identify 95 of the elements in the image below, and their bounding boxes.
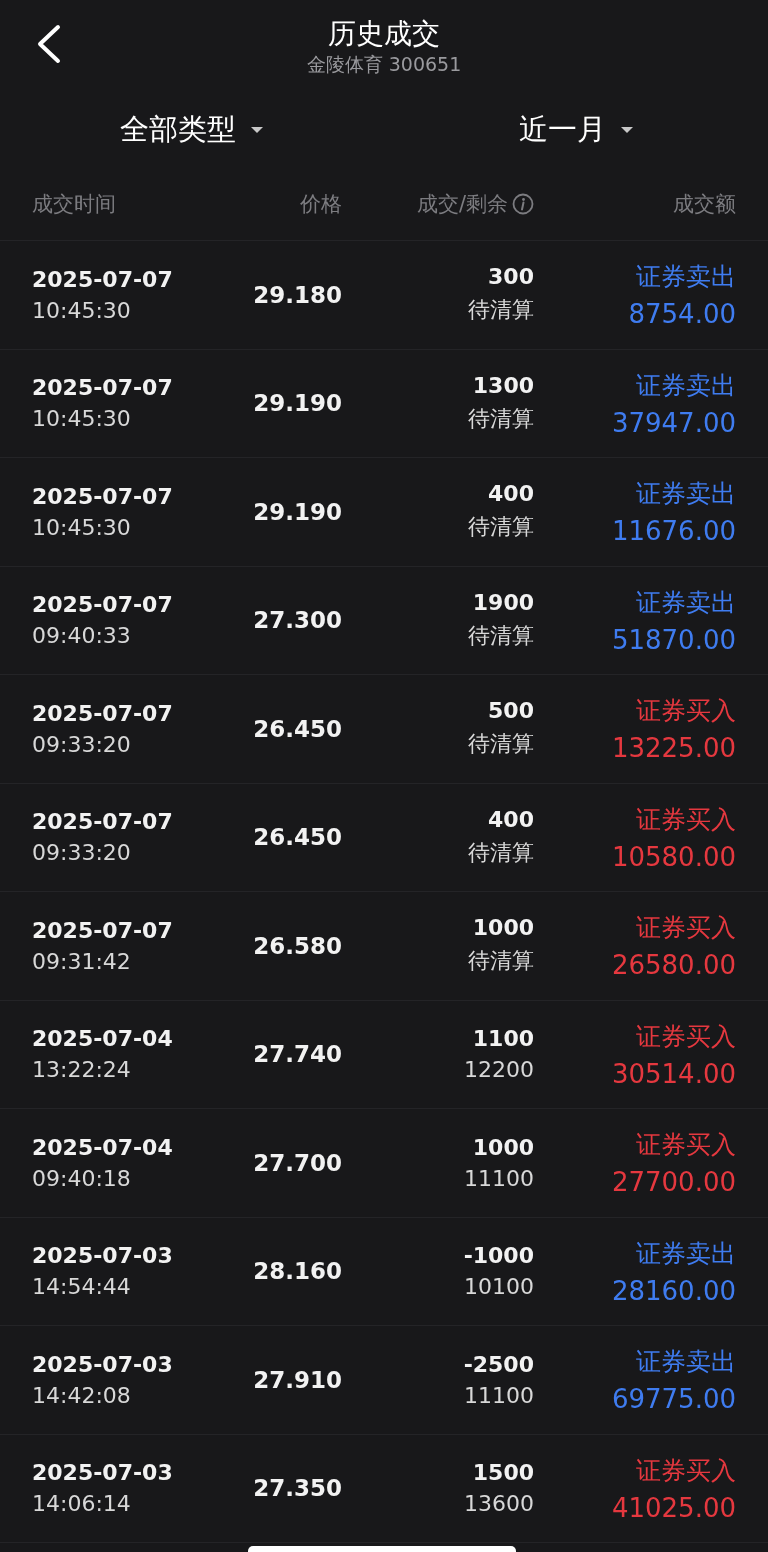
trade-date: 2025-07-07 [32,266,174,292]
trade-price: 27.700 [253,1149,342,1176]
remaining-quantity: 待清算 [468,621,534,650]
trade-price: 27.350 [253,1475,342,1502]
remaining-quantity: 待清算 [468,947,534,976]
filled-quantity: 400 [488,806,534,832]
trade-amount: 10580.00 [611,841,736,872]
trade-date: 2025-07-03 [32,1460,174,1486]
trade-type: 证券买入 [636,1129,736,1162]
filled-quantity: 400 [488,481,534,507]
trade-type: 证券卖出 [636,261,736,294]
trade-time: 09:33:20 [32,840,132,866]
caret-icon [619,126,634,134]
trade-price: 26.450 [253,824,342,851]
trade-price: 27.910 [253,1366,342,1393]
filled-quantity: 1100 [472,1026,534,1052]
remaining-quantity: 待清算 [468,838,534,867]
trade-type: 证券买入 [636,912,736,945]
column-header: 成交时间 [32,191,116,218]
trade-price: 29.180 [253,281,342,308]
trade-price: 27.740 [253,1041,342,1068]
trade-amount: 11676.00 [611,516,736,547]
trade-date: 2025-07-07 [32,375,174,401]
filter-dropdown[interactable]: 近一月 [518,110,634,150]
filled-quantity: 1000 [472,1134,534,1160]
trade-date: 2025-07-03 [32,1243,174,1269]
trade-type: 证券卖出 [636,1346,736,1379]
trade-time: 09:40:18 [32,1165,132,1191]
trade-price: 29.190 [253,390,342,417]
trade-time: 09:40:33 [32,623,132,649]
trade-date: 2025-07-07 [32,700,174,726]
trade-amount: 51870.00 [611,624,736,655]
trade-type: 证券买入 [636,1020,736,1053]
trade-date: 2025-07-04 [32,1026,174,1052]
column-header: 成交/剩余 [416,191,508,218]
remaining-quantity: 11100 [464,1165,534,1191]
filled-quantity: 1000 [472,915,534,941]
filled-quantity: -1000 [463,1243,534,1269]
trade-time: 13:22:24 [32,1057,132,1083]
filled-quantity: 1300 [472,372,534,398]
trade-price: 29.190 [253,498,342,525]
trade-amount: 27700.00 [611,1167,736,1198]
trade-date: 2025-07-04 [32,1134,174,1160]
trade-time: 09:33:20 [32,731,132,757]
remaining-quantity: 12200 [464,1057,534,1083]
trade-type: 证券卖出 [636,586,736,619]
trade-amount: 37947.00 [611,407,736,438]
filled-quantity: 500 [488,698,534,724]
trade-date: 2025-07-03 [32,1351,174,1377]
trade-date: 2025-07-07 [32,483,174,509]
trade-type: 证券卖出 [636,369,736,402]
trade-time: 10:45:30 [32,297,132,323]
trade-date: 2025-07-07 [32,917,174,943]
column-header: 价格 [300,191,342,218]
trade-price: 27.300 [253,607,342,634]
remaining-quantity: 13600 [464,1491,534,1517]
trade-time: 09:31:42 [32,948,132,974]
stock-name: 金陵体育 300651 [306,52,462,76]
remaining-quantity: 待清算 [468,513,534,542]
trade-date: 2025-07-07 [32,592,174,618]
trade-amount: 26580.00 [611,950,736,981]
remaining-quantity: 11100 [464,1382,534,1408]
remaining-quantity: 待清算 [468,730,534,759]
trade-type: 证券卖出 [636,1237,736,1270]
trade-time: 10:45:30 [32,406,132,432]
trade-amount: 69775.00 [611,1384,736,1415]
trade-time: 10:45:30 [32,514,132,540]
remaining-quantity: 待清算 [468,404,534,433]
caret-icon [250,126,264,134]
remaining-quantity: 待清算 [468,296,534,325]
trade-price: 28.160 [253,1258,342,1285]
info-icon[interactable] [512,193,534,215]
trade-type: 证券买入 [636,803,736,836]
filled-quantity: 1900 [472,589,534,615]
trade-amount: 28160.00 [611,1275,736,1306]
column-header: 成交额 [673,191,736,218]
trade-type: 证券买入 [636,695,736,728]
trade-type: 证券卖出 [636,478,736,511]
trade-time: 14:42:08 [32,1382,132,1408]
filled-quantity: -2500 [463,1351,534,1377]
trade-time: 14:54:44 [32,1274,132,1300]
trade-amount: 13225.00 [611,733,736,764]
trade-type: 证券买入 [636,1454,736,1487]
filled-quantity: 300 [488,264,534,290]
filter-dropdown[interactable]: 全部类型 [120,110,264,150]
trade-price: 26.580 [253,932,342,959]
remaining-quantity: 10100 [464,1274,534,1300]
page-title: 历史成交 [328,16,440,52]
trade-amount: 41025.00 [611,1492,736,1523]
trade-price: 26.450 [253,715,342,742]
trade-date: 2025-07-07 [32,809,174,835]
trade-time: 14:06:14 [32,1491,132,1517]
trade-amount: 30514.00 [611,1058,736,1089]
trade-amount: 8754.00 [628,299,736,330]
filled-quantity: 1500 [472,1460,534,1486]
